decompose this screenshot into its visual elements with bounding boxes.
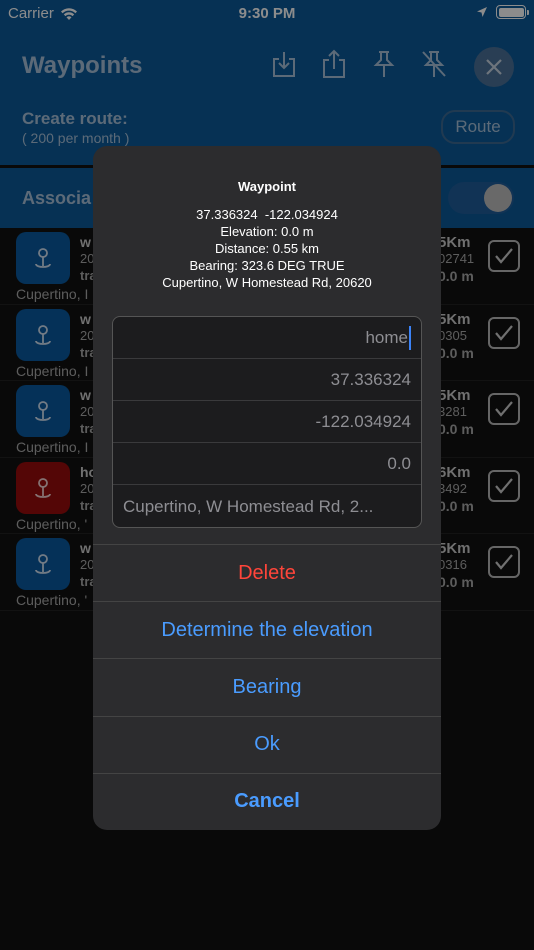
bearing-button[interactable]: Bearing <box>93 658 441 715</box>
ok-button[interactable]: Ok <box>93 715 441 773</box>
determine-elevation-button[interactable]: Determine the elevation <box>93 601 441 658</box>
latitude-field-value: 37.336324 <box>330 369 411 389</box>
dialog-actions: Delete Determine the elevation Bearing O… <box>93 544 441 830</box>
dialog-distance: Distance: 0.55 km <box>214 241 320 256</box>
cancel-button[interactable]: Cancel <box>93 772 441 830</box>
elevation-field[interactable]: 0.0 <box>113 443 421 485</box>
dialog-title: Waypoint <box>237 179 296 194</box>
text-caret <box>409 325 411 350</box>
dialog-elevation: Elevation: 0.0 m <box>220 224 314 239</box>
longitude-field[interactable]: -122.034924 <box>113 401 421 443</box>
delete-button[interactable]: Delete <box>93 544 441 601</box>
address-field[interactable]: Cupertino, W Homestead Rd, 2... <box>113 485 421 527</box>
dialog-coords: 37.336324 -122.034924 <box>196 207 338 222</box>
name-field-value: home <box>365 327 408 347</box>
dialog-bearing: Bearing: 323.6 DEG TRUE <box>189 258 345 273</box>
elevation-field-value: 0.0 <box>387 453 411 473</box>
dialog-address: Cupertino, W Homestead Rd, 20620 <box>162 275 372 290</box>
dialog-info: 37.336324 -122.034924 Elevation: 0.0 m D… <box>93 206 441 291</box>
waypoint-dialog: Waypoint 37.336324 -122.034924 Elevation… <box>93 146 441 830</box>
name-field[interactable]: home <box>113 317 421 359</box>
address-field-value: Cupertino, W Homestead Rd, 2... <box>123 497 374 516</box>
latitude-field[interactable]: 37.336324 <box>113 359 421 401</box>
dialog-fields: home 37.336324 -122.034924 0.0 Cupertino… <box>112 316 422 528</box>
longitude-field-value: -122.034924 <box>315 411 411 431</box>
